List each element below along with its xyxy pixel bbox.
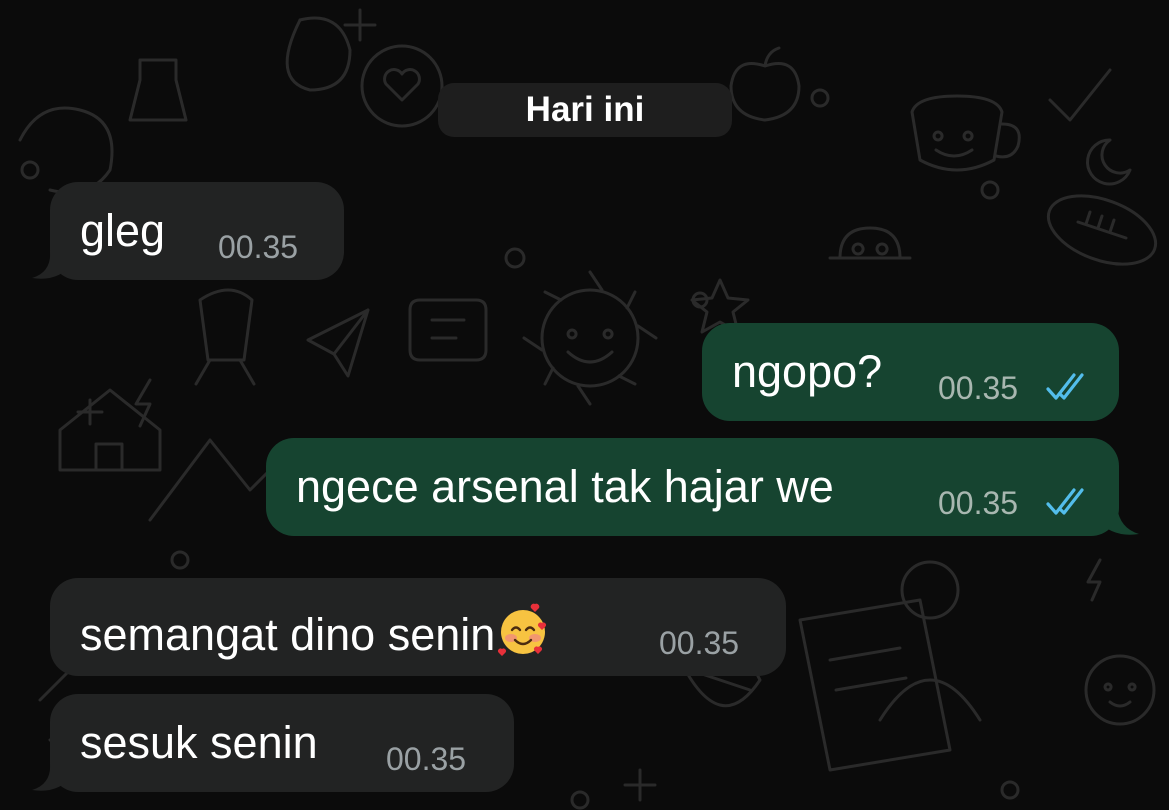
message-bubble-outgoing[interactable]: ngece arsenal tak hajar we 00.35 xyxy=(266,438,1139,536)
message-time: 00.35 xyxy=(659,625,740,661)
message-time: 00.35 xyxy=(938,485,1019,521)
message-text: semangat dino senin xyxy=(80,602,551,660)
message-text: sesuk senin xyxy=(80,717,318,768)
message-bubble-incoming[interactable]: sesuk senin 00.35 xyxy=(32,694,514,792)
message-text: gleg xyxy=(80,205,166,256)
message-time: 00.35 xyxy=(386,741,467,777)
message-text-content: semangat dino senin xyxy=(80,609,496,660)
message-time: 00.35 xyxy=(938,370,1019,406)
message-bubble-outgoing[interactable]: ngopo? 00.35 xyxy=(702,323,1119,421)
read-receipt-icon xyxy=(1046,488,1084,515)
message-bubble-incoming[interactable]: gleg 00.35 xyxy=(32,182,344,280)
smiling-face-with-hearts-icon xyxy=(498,603,547,656)
message-bubble-incoming[interactable]: semangat dino senin 00.35 xyxy=(50,578,786,676)
bubble-tail xyxy=(32,762,72,791)
bubble-tail xyxy=(1097,506,1139,535)
date-divider: Hari ini xyxy=(438,83,732,137)
read-receipt-icon xyxy=(1046,373,1084,400)
bubble-tail xyxy=(32,250,72,279)
message-time: 00.35 xyxy=(218,229,299,265)
message-text: ngece arsenal tak hajar we xyxy=(296,461,834,512)
message-text: ngopo? xyxy=(732,346,883,397)
